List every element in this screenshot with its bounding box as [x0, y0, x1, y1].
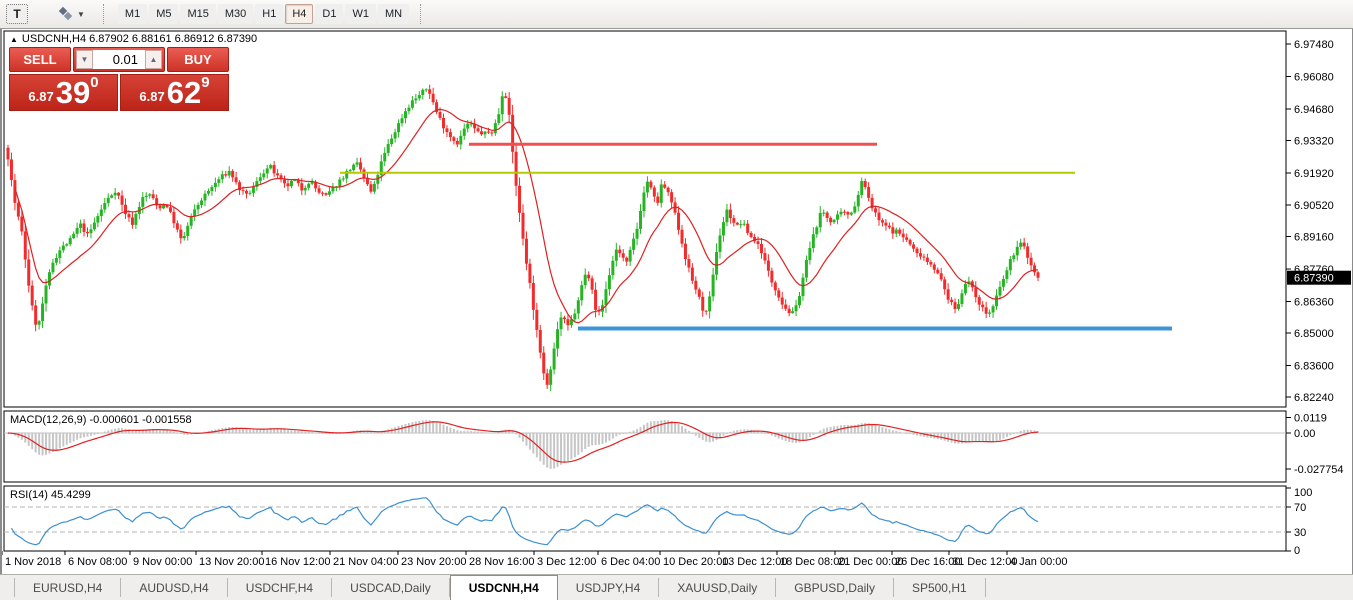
- toolbar-separator: [420, 4, 428, 24]
- price-axis-label: 6.83600: [1294, 360, 1334, 372]
- price-axis-label: 6.97480: [1294, 39, 1334, 51]
- date-axis-label: 23 Nov 20:00: [401, 556, 466, 568]
- arrow-up-icon: ▲: [150, 55, 158, 64]
- timeframe-h4-button[interactable]: H4: [285, 4, 313, 24]
- one-click-trading-panel: SELL ▼ ▲ BUY 6.87 39 0 6.87 62 9: [9, 47, 229, 111]
- buy-price-point: 9: [201, 76, 209, 90]
- tab-usdcad[interactable]: USDCAD,Daily: [332, 578, 450, 597]
- price-axis-label: 6.86360: [1294, 297, 1334, 309]
- svg-text:6.87390: 6.87390: [1294, 273, 1334, 285]
- chart-window: 6.97480 6.96080 6.94680 6.93320 6.91920 6.905…: [0, 29, 1353, 574]
- arrow-down-icon: ▼: [81, 55, 89, 64]
- timeframe-d1-button[interactable]: D1: [315, 4, 343, 24]
- rsi-axis-label: 0: [1294, 545, 1300, 557]
- tab-usdcnh[interactable]: USDCNH,H4: [450, 575, 558, 600]
- ohlc-close: 6.87390: [217, 33, 257, 45]
- date-axis-label: 21 Dec 00:00: [838, 556, 903, 568]
- date-axis-label: 6 Nov 08:00: [68, 556, 127, 568]
- date-axis-label: 16 Nov 12:00: [265, 556, 330, 568]
- macd-axis-label: -0.027754: [1294, 464, 1344, 476]
- timeframe-h1-button[interactable]: H1: [255, 4, 283, 24]
- ohlc-open: 6.87902: [89, 33, 129, 45]
- sell-price-button[interactable]: 6.87 39 0: [9, 74, 118, 111]
- chevron-down-icon: ▼: [77, 10, 85, 19]
- tab-usdchf[interactable]: USDCHF,H4: [228, 578, 332, 597]
- macd-label: MACD(12,26,9) -0.000601 -0.001558: [10, 414, 192, 426]
- macd-axis-label: 0.0119: [1294, 413, 1327, 425]
- price-axis-label: 6.94680: [1294, 104, 1334, 116]
- date-axis-label: 9 Nov 00:00: [133, 556, 192, 568]
- buy-price-prefix: 6.87: [139, 89, 164, 104]
- macd-pane: [4, 411, 1286, 482]
- date-axis-label: 28 Nov 16:00: [469, 556, 534, 568]
- volume-increase-button[interactable]: ▲: [145, 50, 162, 69]
- date-axis-label: 10 Dec 20:00: [663, 556, 728, 568]
- date-axis-label: 26 Dec 16:00: [895, 556, 960, 568]
- tab-eurusd[interactable]: EURUSD,H4: [14, 578, 121, 597]
- date-axis-label: 13 Dec 12:00: [722, 556, 787, 568]
- date-axis-label: 18 Dec 08:00: [780, 556, 845, 568]
- ohlc-low: 6.86912: [175, 33, 215, 45]
- sell-price-pips: 39: [56, 78, 90, 107]
- buy-price-pips: 62: [167, 78, 201, 107]
- sell-price-prefix: 6.87: [28, 89, 53, 104]
- volume-input[interactable]: [93, 50, 145, 69]
- price-axis-label: 6.82240: [1294, 392, 1334, 404]
- chart-title: ▲ USDCNH,H46.879026.881616.869126.87390: [10, 33, 260, 45]
- chart-tabbar: EURUSD,H4 AUDUSD,H4 USDCHF,H4 USDCAD,Dai…: [0, 574, 1353, 600]
- rsi-axis-label: 100: [1294, 487, 1312, 499]
- tab-sp500[interactable]: SP500,H1: [894, 578, 986, 597]
- timeframe-m30-button[interactable]: M30: [218, 4, 253, 24]
- diamond-arrows-icon: [58, 7, 74, 21]
- price-axis-label: 6.90520: [1294, 200, 1334, 212]
- price-axis-label: 6.96080: [1294, 71, 1334, 83]
- buy-price-button[interactable]: 6.87 62 9: [120, 74, 229, 111]
- tab-xauusd[interactable]: XAUUSD,Daily: [659, 578, 776, 597]
- rsi-label: RSI(14) 45.4299: [10, 489, 91, 501]
- objects-dropdown-button[interactable]: ▼: [51, 3, 92, 25]
- volume-spinner: ▼ ▲: [73, 47, 165, 72]
- price-axis-label: 6.89160: [1294, 232, 1334, 244]
- ohlc-high: 6.88161: [132, 33, 172, 45]
- date-axis-label: 4 Jan 00:00: [1010, 556, 1068, 568]
- date-axis-label: 6 Dec 04:00: [601, 556, 660, 568]
- tab-audusd[interactable]: AUDUSD,H4: [121, 578, 227, 597]
- sell-price-point: 0: [90, 76, 98, 90]
- volume-decrease-button[interactable]: ▼: [76, 50, 93, 69]
- date-axis-label: 3 Dec 12:00: [537, 556, 596, 568]
- collapse-panel-icon[interactable]: ▲: [10, 35, 18, 44]
- sell-button[interactable]: SELL: [9, 47, 71, 72]
- rsi-axis-label: 70: [1294, 502, 1306, 514]
- timeframe-m15-button[interactable]: M15: [180, 4, 215, 24]
- date-axis-label: 13 Nov 20:00: [199, 556, 264, 568]
- toolbar: T ▼ M1 M5 M15 M30 H1 H4 D1 W1 MN: [0, 0, 1353, 29]
- timeframe-mn-button[interactable]: MN: [378, 4, 409, 24]
- macd-axis-label: 0.00: [1294, 428, 1315, 440]
- toolbar-separator: [103, 4, 111, 24]
- price-axis-label: 6.91920: [1294, 168, 1334, 180]
- price-axis-label: 6.85000: [1294, 328, 1334, 340]
- timeframe-m1-button[interactable]: M1: [118, 4, 147, 24]
- date-axis-label: 21 Nov 04:00: [333, 556, 398, 568]
- tab-usdjpy[interactable]: USDJPY,H4: [558, 578, 659, 597]
- tab-gbpusd[interactable]: GBPUSD,Daily: [776, 578, 894, 597]
- rsi-axis-label: 30: [1294, 527, 1306, 539]
- chart-symbol-label: USDCNH,H4: [22, 33, 86, 45]
- date-axis-label: 1 Nov 2018: [5, 556, 61, 568]
- price-axis-label: 6.93320: [1294, 135, 1334, 147]
- buy-button[interactable]: BUY: [167, 47, 229, 72]
- text-tool-button[interactable]: T: [6, 4, 28, 24]
- timeframe-m5-button[interactable]: M5: [149, 4, 178, 24]
- rsi-pane: [4, 486, 1286, 551]
- timeframe-w1-button[interactable]: W1: [345, 4, 376, 24]
- date-axis-label: 31 Dec 12:00: [952, 556, 1017, 568]
